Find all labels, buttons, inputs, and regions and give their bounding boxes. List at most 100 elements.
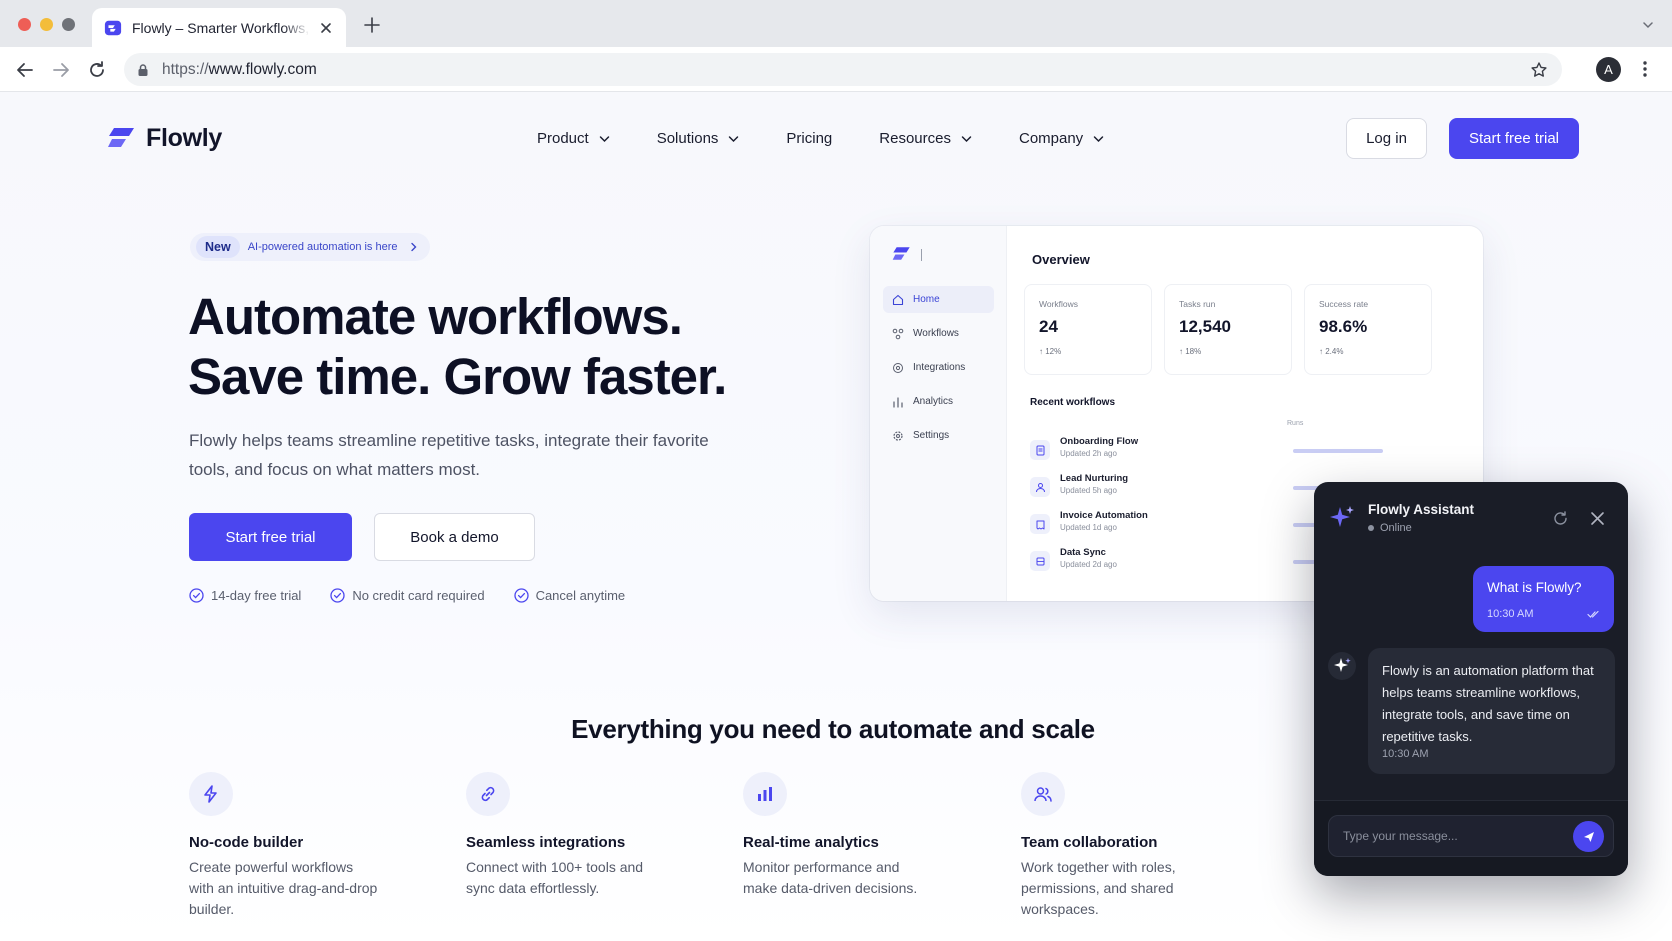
feature-name: Real-time analytics bbox=[743, 834, 879, 851]
nav-product-label: Product bbox=[537, 130, 589, 147]
stat-value: 24 bbox=[1039, 317, 1058, 336]
home-icon bbox=[892, 294, 904, 305]
main-navigation: Product Solutions Pricing Resources Comp… bbox=[537, 130, 1151, 147]
bookmark-star-icon[interactable] bbox=[1530, 61, 1548, 79]
nav-product[interactable]: Product bbox=[537, 130, 610, 147]
workflow-updated: Updated 1d ago bbox=[1060, 523, 1117, 532]
status-text: Online bbox=[1380, 522, 1412, 534]
new-tab-icon[interactable] bbox=[362, 15, 382, 35]
feature-no-code-builder: No-code builder Create powerful workflow… bbox=[189, 772, 429, 920]
perk-text: Cancel anytime bbox=[535, 588, 626, 603]
login-button[interactable]: Log in bbox=[1346, 118, 1427, 159]
browser-menu-icon[interactable] bbox=[1642, 59, 1648, 79]
nav-solutions[interactable]: Solutions bbox=[657, 130, 740, 147]
sparkle-icon bbox=[1334, 658, 1351, 672]
tab-close-icon[interactable] bbox=[318, 20, 334, 36]
window-minimize-button[interactable] bbox=[40, 18, 53, 31]
lightning-icon bbox=[189, 772, 233, 816]
stat-value: 98.6% bbox=[1319, 317, 1368, 336]
stat-delta: ↑ 18% bbox=[1179, 347, 1202, 356]
workflow-updated: Updated 2d ago bbox=[1060, 560, 1117, 569]
browser-tab[interactable]: Flowly – Smarter Workflows, Better Resul… bbox=[92, 8, 346, 47]
nav-company-label: Company bbox=[1018, 130, 1084, 147]
feature-name: No-code builder bbox=[189, 834, 304, 851]
header-start-trial-button[interactable]: Start free trial bbox=[1449, 118, 1579, 159]
overview-title: Overview bbox=[1032, 252, 1090, 267]
send-icon bbox=[1583, 831, 1594, 842]
feature-name: Seamless integrations bbox=[466, 834, 626, 851]
perk-text: 14-day free trial bbox=[211, 588, 302, 603]
runs-column-label: Runs bbox=[1287, 420, 1304, 427]
dashboard-sidebar: Home Workflows Integrations Analytics Se… bbox=[870, 226, 1007, 601]
workflow-name: Lead Nurturing bbox=[1060, 473, 1129, 484]
stat-delta: ↑ 2.4% bbox=[1319, 347, 1344, 356]
perk-item: No credit card required bbox=[330, 588, 485, 603]
start-free-trial-button[interactable]: Start free trial bbox=[189, 513, 352, 561]
user-message-bubble: What is Flowly? 10:30 AM bbox=[1473, 566, 1614, 632]
analytics-icon bbox=[893, 396, 903, 408]
nav-company[interactable]: Company bbox=[1019, 130, 1104, 147]
dashboard-nav-label: Home bbox=[913, 294, 940, 305]
workflow-updated: Updated 2h ago bbox=[1060, 449, 1117, 458]
close-icon[interactable] bbox=[1590, 511, 1605, 526]
perk-text: No credit card required bbox=[352, 588, 485, 603]
dashboard-nav-workflows: Workflows bbox=[883, 320, 994, 347]
link-icon bbox=[466, 772, 510, 816]
feature-description: Work together with roles, permissions, a… bbox=[1021, 859, 1176, 917]
runs-bar bbox=[1293, 449, 1383, 453]
stat-card-success-rate: Success rate 98.6% ↑ 2.4% bbox=[1304, 284, 1432, 375]
chevron-down-icon bbox=[1093, 135, 1104, 142]
workflow-row: Onboarding Flow Updated 2h ago bbox=[1030, 436, 1470, 466]
feature-seamless-integrations: Seamless integrations Connect with 100+ … bbox=[466, 772, 706, 899]
bot-avatar bbox=[1328, 652, 1356, 680]
profile-avatar[interactable]: A bbox=[1596, 57, 1621, 82]
bot-message-time: 10:30 AM bbox=[1382, 748, 1429, 760]
refresh-icon[interactable] bbox=[1552, 510, 1569, 527]
stat-label: Workflows bbox=[1039, 299, 1079, 309]
feature-description: Monitor performance and make data-driven… bbox=[743, 859, 918, 896]
flowly-logo-icon bbox=[892, 247, 910, 260]
bot-message-bubble: Flowly is an automation platform that he… bbox=[1368, 648, 1615, 774]
url-field[interactable]: https://www.flowly.com bbox=[124, 53, 1562, 86]
feature-description: Create powerful workflows with an intuit… bbox=[189, 859, 378, 917]
check-circle-icon bbox=[513, 588, 529, 603]
workflow-name: Invoice Automation bbox=[1060, 510, 1148, 521]
assistant-status: Online bbox=[1368, 522, 1412, 534]
new-badge: New bbox=[196, 236, 240, 258]
chat-message-input[interactable] bbox=[1328, 815, 1614, 857]
chevron-down-icon bbox=[961, 135, 972, 142]
chevron-right-icon bbox=[410, 242, 417, 252]
double-check-icon bbox=[1587, 610, 1599, 618]
flowly-favicon-icon bbox=[104, 20, 122, 35]
forward-arrow-icon[interactable] bbox=[50, 59, 72, 81]
nav-resources[interactable]: Resources bbox=[879, 130, 972, 147]
window-maximize-button[interactable] bbox=[62, 18, 75, 31]
user-message-text: What is Flowly? bbox=[1487, 580, 1582, 595]
assistant-chat-panel: Flowly Assistant Online What is Flowly? … bbox=[1314, 482, 1628, 876]
stat-card-tasks-run: Tasks run 12,540 ↑ 18% bbox=[1164, 284, 1292, 375]
flowly-logo-icon bbox=[108, 127, 134, 147]
perk-item: 14-day free trial bbox=[189, 588, 301, 603]
address-bar: https://www.flowly.com A bbox=[0, 47, 1672, 92]
nav-pricing[interactable]: Pricing bbox=[786, 130, 832, 147]
stat-delta: ↑ 12% bbox=[1039, 347, 1062, 356]
dashboard-nav-home: Home bbox=[883, 286, 994, 313]
send-button[interactable] bbox=[1573, 821, 1604, 852]
logo-text: Flowly bbox=[146, 124, 222, 152]
check-circle-icon bbox=[330, 588, 345, 603]
site-logo[interactable]: Flowly bbox=[108, 124, 222, 153]
chevron-down-icon bbox=[729, 135, 739, 142]
sparkle-icon bbox=[1330, 506, 1354, 527]
hero-title-line-2: Save time. Grow faster. bbox=[188, 348, 727, 405]
book-demo-button[interactable]: Book a demo bbox=[374, 513, 535, 561]
window-close-button[interactable] bbox=[18, 18, 31, 31]
hero-title: Automate workflows. Save time. Grow fast… bbox=[188, 287, 727, 407]
back-arrow-icon[interactable] bbox=[14, 59, 36, 81]
dashboard-nav-analytics: Analytics bbox=[883, 388, 994, 415]
tab-list-chevron-icon[interactable] bbox=[1642, 20, 1654, 30]
hero-subtitle: Flowly helps teams streamline repetitive… bbox=[189, 431, 709, 479]
lock-icon[interactable] bbox=[136, 63, 150, 77]
announcement-badge[interactable]: New AI-powered automation is here bbox=[190, 233, 430, 261]
stat-value: 12,540 bbox=[1179, 317, 1231, 336]
reload-icon[interactable] bbox=[86, 59, 108, 81]
